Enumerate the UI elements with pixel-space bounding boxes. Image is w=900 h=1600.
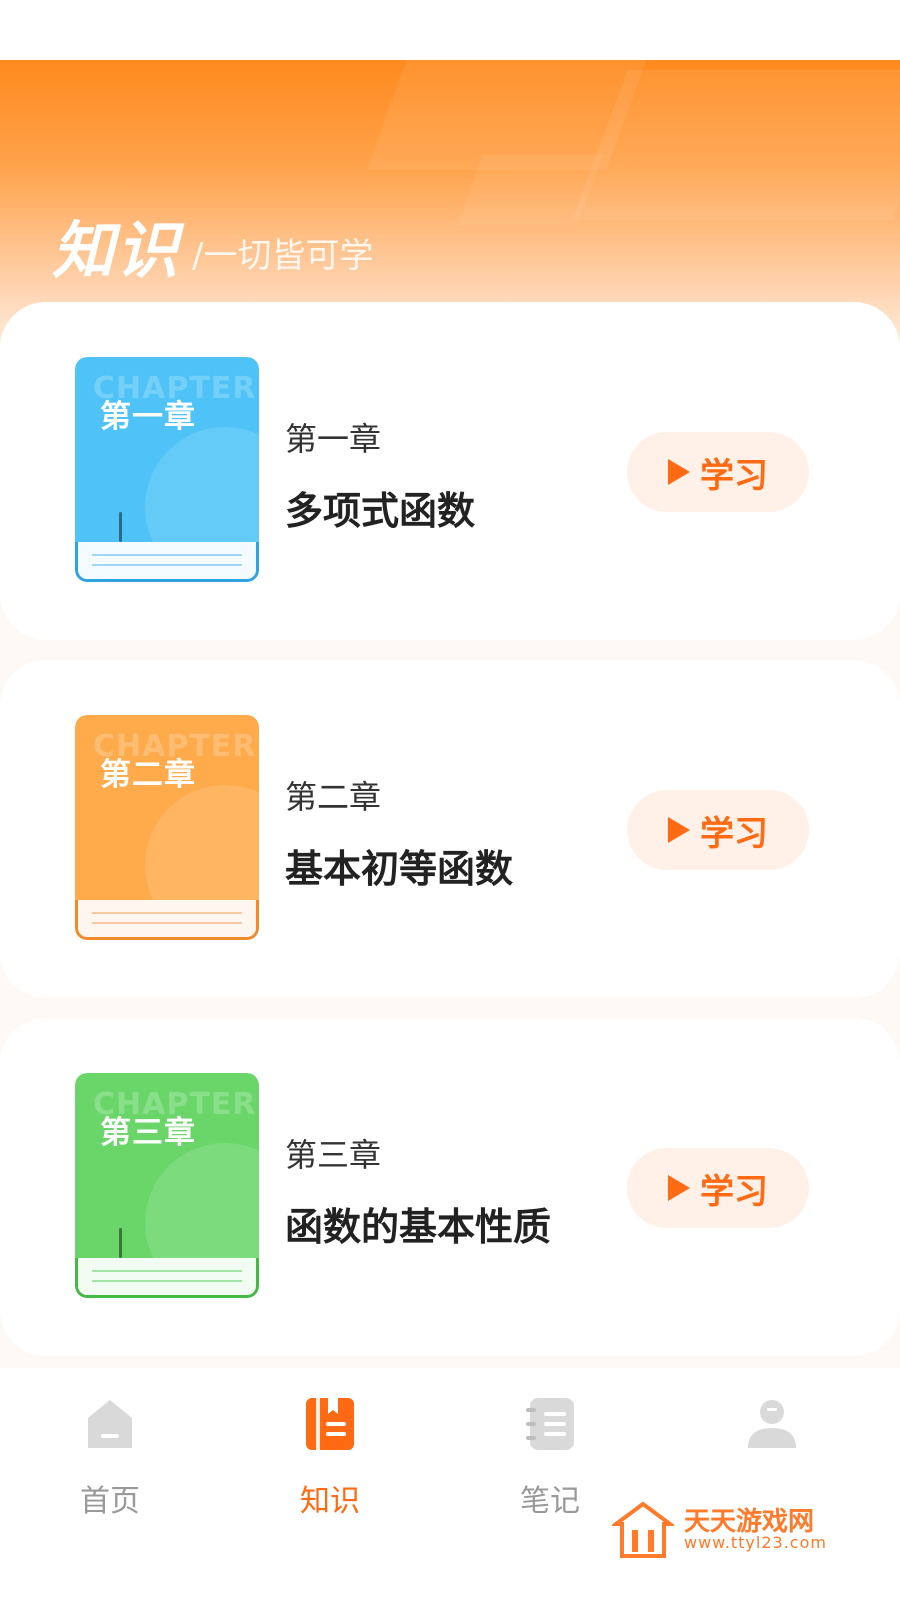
chapter-number: 第一章 <box>285 420 382 458</box>
page-line <box>92 554 242 556</box>
play-icon <box>668 1175 690 1201</box>
study-button-label: 学习 <box>700 1171 768 1212</box>
profile-icon <box>748 1400 796 1448</box>
tab-label: 笔记 <box>520 1484 580 1519</box>
page-line <box>92 1280 242 1282</box>
watermark-logo-icon <box>612 1501 674 1558</box>
bookmark-ribbon <box>119 1228 122 1258</box>
book-pages <box>75 542 259 582</box>
book-chapter-label: 第一章 <box>100 399 196 435</box>
page-line <box>92 1270 242 1272</box>
tab-knowledge[interactable]: 知识 <box>270 1396 390 1526</box>
banner-decoration <box>572 70 900 220</box>
page-subtitle: /一切皆可学 <box>192 236 374 276</box>
study-button-label: 学习 <box>700 455 768 496</box>
banner-decoration <box>457 155 603 225</box>
play-icon <box>668 459 690 485</box>
chapter-card-1[interactable]: CHAPTER 第一章 第一章 多项式函数 学习 <box>0 302 900 640</box>
bookmark-ribbon <box>119 512 122 542</box>
tab-label: 首页 <box>80 1484 140 1519</box>
study-button[interactable]: 学习 <box>627 790 809 870</box>
book-pages <box>75 900 259 940</box>
chapter-title: 基本初等函数 <box>285 847 514 891</box>
bottom-tab-bar: 首页 知识 笔记 <box>0 1368 900 1600</box>
chapter-book-cover: CHAPTER 第三章 <box>75 1073 259 1298</box>
chapter-book-cover: CHAPTER 第二章 <box>75 715 259 940</box>
page-title: 知识 <box>52 214 181 287</box>
book-chapter-label: 第二章 <box>100 757 196 793</box>
knowledge-book-icon <box>306 1398 354 1450</box>
site-watermark: 天天游戏网 www.ttyl23.com <box>612 1495 842 1565</box>
study-button[interactable]: 学习 <box>627 432 809 512</box>
page-line <box>92 564 242 566</box>
watermark-url: www.ttyl23.com <box>684 1533 827 1552</box>
tab-notes[interactable]: 笔记 <box>490 1396 610 1526</box>
home-icon <box>88 1400 132 1448</box>
chapter-card-2[interactable]: CHAPTER 第二章 第二章 基本初等函数 学习 <box>0 660 900 998</box>
play-icon <box>668 817 690 843</box>
status-bar <box>0 0 900 60</box>
chapter-book-cover: CHAPTER 第一章 <box>75 357 259 582</box>
notebook-icon <box>526 1398 574 1450</box>
chapter-title: 函数的基本性质 <box>285 1205 552 1249</box>
chapter-number: 第三章 <box>285 1136 382 1174</box>
chapter-title: 多项式函数 <box>285 489 476 533</box>
book-pages <box>75 1258 259 1298</box>
tab-label: 知识 <box>300 1484 360 1519</box>
study-button[interactable]: 学习 <box>627 1148 809 1228</box>
chapter-number: 第二章 <box>285 778 382 816</box>
page-line <box>92 912 242 914</box>
study-button-label: 学习 <box>700 813 768 854</box>
book-chapter-label: 第三章 <box>100 1115 196 1151</box>
page-line <box>92 922 242 924</box>
tab-home[interactable]: 首页 <box>50 1396 170 1526</box>
chapter-card-3[interactable]: CHAPTER 第三章 第三章 函数的基本性质 学习 <box>0 1018 900 1356</box>
